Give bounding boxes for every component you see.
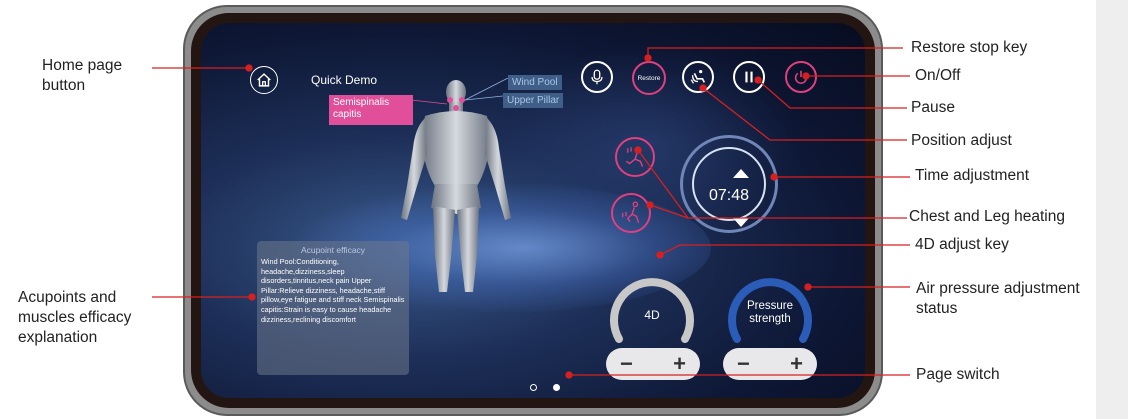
callout-page: Page switch xyxy=(916,366,1000,383)
callout-restore: Restore stop key xyxy=(911,39,1028,56)
callout-home: Home page button xyxy=(42,57,123,94)
callout-onoff: On/Off xyxy=(915,67,961,84)
callout-time: Time adjustment xyxy=(915,167,1029,184)
callout-heating: Chest and Leg heating xyxy=(909,208,1065,225)
callout-pressure: Air pressure adjustment status xyxy=(916,280,1080,317)
callout-pause: Pause xyxy=(911,99,955,116)
callout-acupoints: Acupoints and muscles efficacy explanati… xyxy=(18,289,132,346)
callout-4d: 4D adjust key xyxy=(915,236,1009,253)
annotated-diagram: Quick Demo Restore Wind Pool Upper Pilla… xyxy=(0,0,1128,419)
callout-position: Position adjust xyxy=(911,132,1012,149)
